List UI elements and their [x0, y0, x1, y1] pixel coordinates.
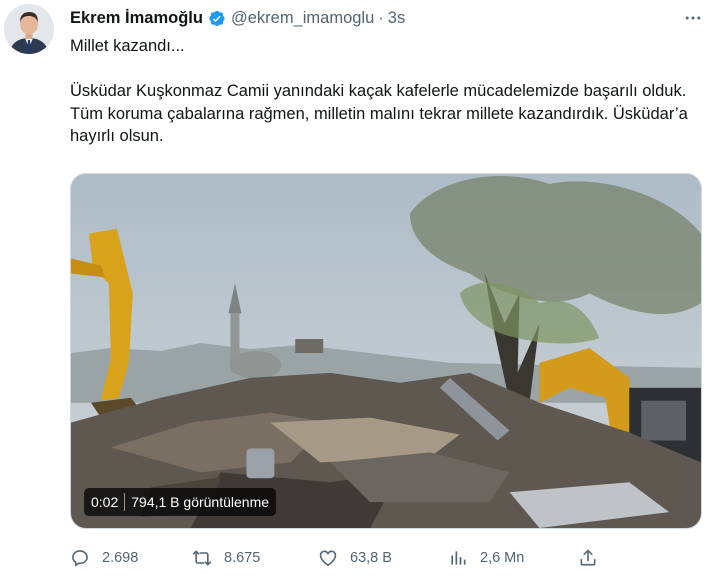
- video-overlay: 0:02 794,1 B görüntülenme: [84, 488, 277, 516]
- reply-icon: [72, 550, 88, 567]
- video-view-count: 794,1 B görüntülenme: [131, 494, 270, 510]
- heart-icon: [319, 550, 337, 567]
- view-count: 2,6 Mn: [480, 550, 525, 566]
- reply-count: 2.698: [102, 550, 139, 566]
- verified-badge-icon: [207, 9, 226, 28]
- retweet-button[interactable]: 8.675: [192, 543, 260, 573]
- video-duration: 0:02: [91, 494, 119, 510]
- reply-button[interactable]: 2.698: [70, 543, 138, 573]
- user-handle[interactable]: @ekrem_imamoglu: [231, 9, 374, 28]
- video-thumbnail: [71, 174, 701, 528]
- tweet-text-line1: Millet kazandı...: [70, 37, 185, 55]
- overlay-divider: [124, 493, 126, 511]
- more-horizontal-icon[interactable]: [678, 6, 708, 30]
- separator-dot: ·: [378, 8, 384, 27]
- tweet-header: Ekrem İmamoğlu @ekrem_imamoglu · 3s: [70, 6, 708, 30]
- share-icon: [580, 549, 596, 566]
- like-button[interactable]: 63,8 B: [318, 543, 392, 573]
- tweet-time[interactable]: 3s: [388, 9, 405, 28]
- action-bar: 2.698 8.675 63,8 B 2,6 Mn: [68, 543, 608, 573]
- tweet-text-body: Üsküdar Kuşkonmaz Camii yanındaki kaçak …: [70, 82, 688, 145]
- avatar-image: [4, 4, 54, 54]
- retweet-count: 8.675: [224, 550, 261, 566]
- video-player[interactable]: 0:02 794,1 B görüntülenme: [70, 173, 702, 529]
- tweet-text: Millet kazandı... Üsküdar Kuşkonmaz Cami…: [70, 35, 710, 148]
- views-button[interactable]: 2,6 Mn: [448, 543, 524, 573]
- retweet-icon: [192, 550, 212, 566]
- like-count: 63,8 B: [350, 550, 392, 566]
- avatar[interactable]: [4, 4, 54, 54]
- user-name[interactable]: Ekrem İmamoğlu: [70, 9, 203, 28]
- analytics-icon: [451, 551, 466, 565]
- tweet-card: Ekrem İmamoğlu @ekrem_imamoglu · 3s Mill…: [0, 0, 722, 582]
- share-button[interactable]: [578, 543, 610, 573]
